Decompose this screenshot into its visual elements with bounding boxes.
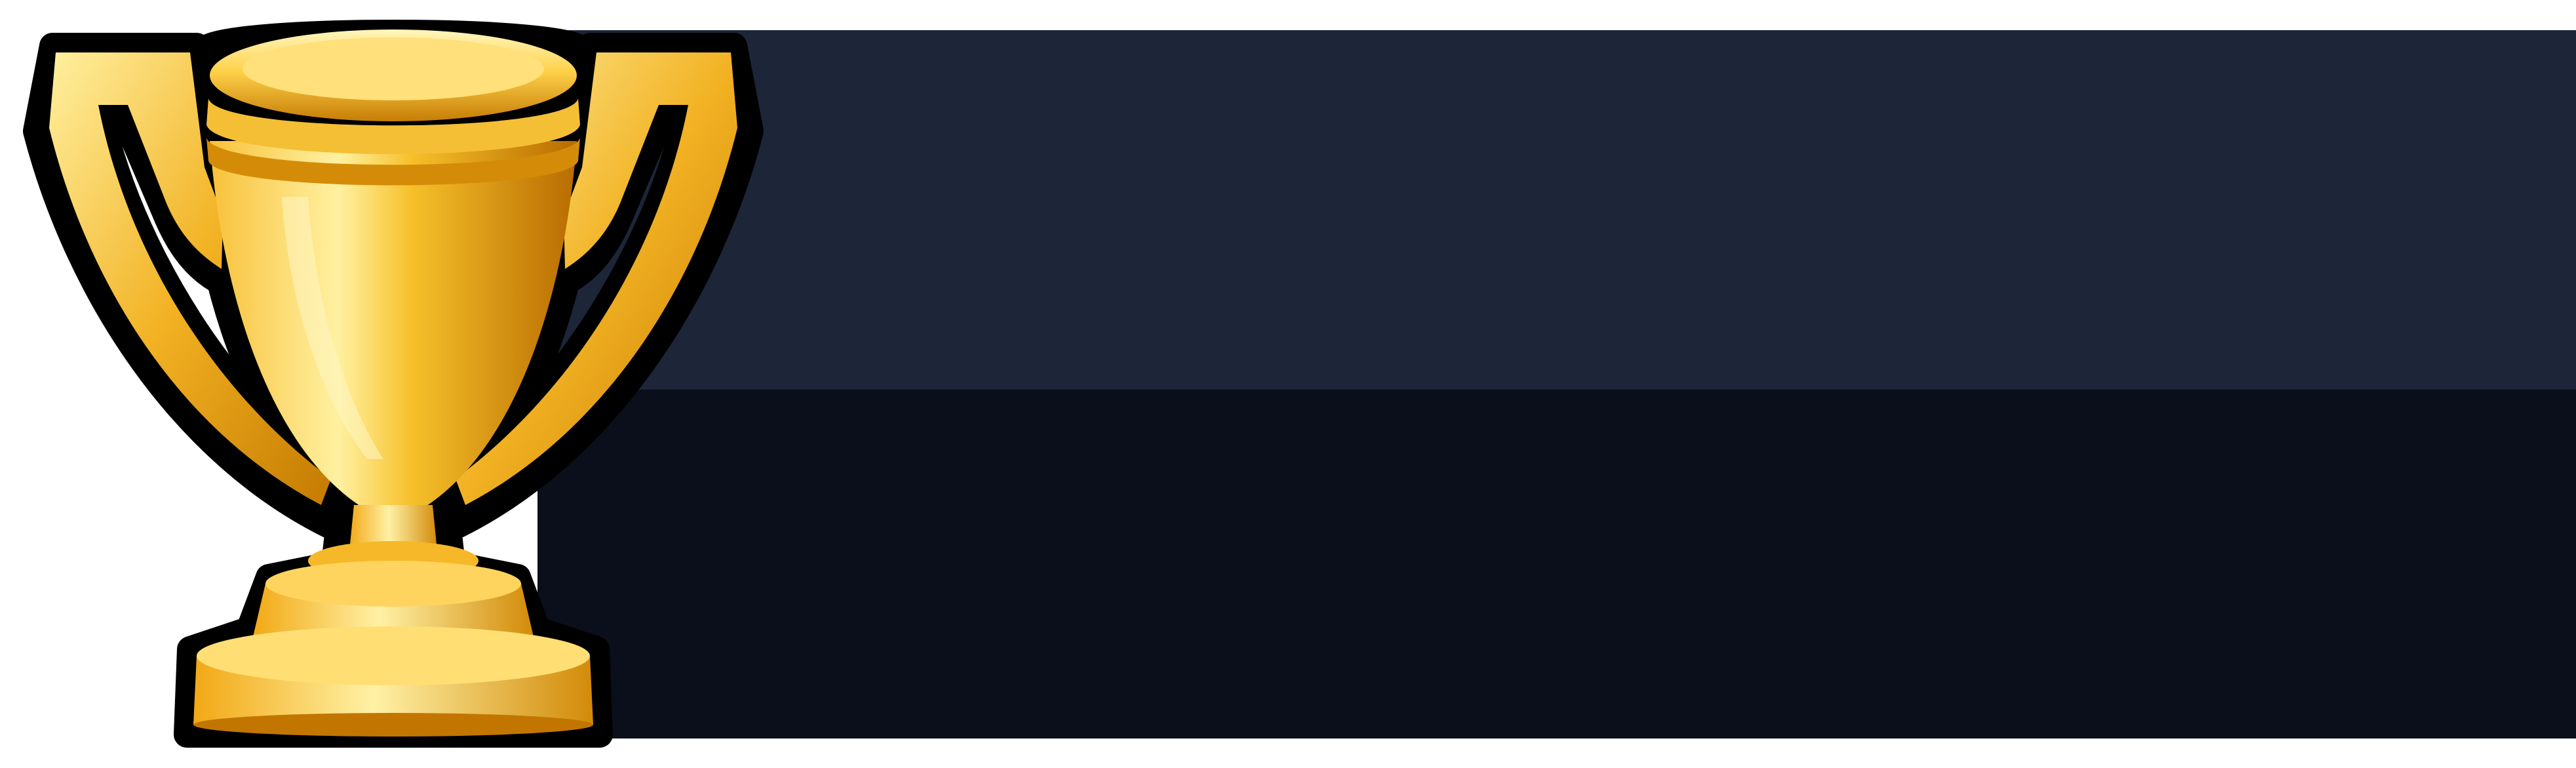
trophy-banner bbox=[0, 0, 2576, 768]
banner-top-band bbox=[537, 30, 2576, 390]
banner-bottom-band bbox=[537, 390, 2576, 738]
banner-panel bbox=[537, 30, 2576, 738]
trophy-icon bbox=[0, 0, 800, 768]
